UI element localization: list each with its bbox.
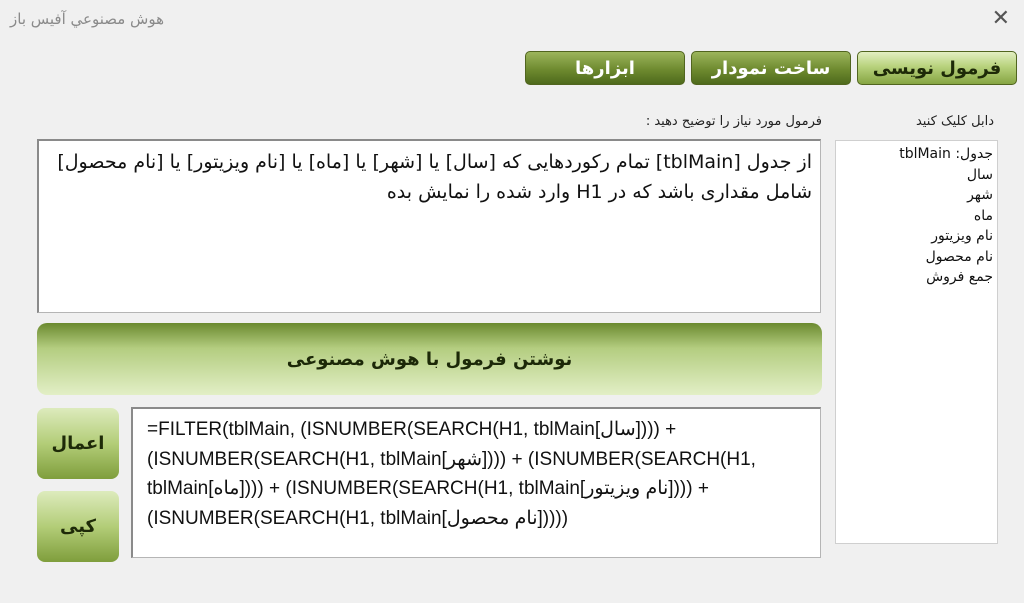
fields-list[interactable]: جدول: tblMain سال شهر ماه نام ویزیتور نا… bbox=[835, 140, 998, 544]
tab-chart[interactable]: ساخت نمودار bbox=[691, 51, 851, 85]
prompt-textarea[interactable]: از جدول [tblMain] تمام رکوردهایی که [سال… bbox=[37, 139, 821, 313]
list-item[interactable]: جدول: tblMain bbox=[840, 144, 993, 165]
tab-formula[interactable]: فرمول نویسی bbox=[857, 51, 1017, 85]
list-item[interactable]: نام محصول bbox=[840, 247, 993, 268]
list-item[interactable]: شهر bbox=[840, 185, 993, 206]
generate-formula-button[interactable]: نوشتن فرمول با هوش مصنوعی bbox=[37, 323, 822, 395]
copy-button[interactable]: کپی bbox=[37, 491, 119, 562]
list-item[interactable]: سال bbox=[840, 165, 993, 186]
list-item[interactable]: نام ویزیتور bbox=[840, 226, 993, 247]
title-bar: هوش مصنوعي آفيس باز ✕ bbox=[0, 0, 1024, 40]
prompt-hint-label: فرمول مورد نیاز را توضیح دهید : bbox=[645, 114, 822, 129]
list-item[interactable]: جمع فروش bbox=[840, 267, 993, 288]
apply-button[interactable]: اعمال bbox=[37, 408, 119, 479]
window-title: هوش مصنوعي آفيس باز bbox=[10, 10, 165, 28]
fields-hint-label: دابل کلیک کنید bbox=[915, 114, 994, 129]
tab-tools[interactable]: ابزارها bbox=[525, 51, 685, 85]
close-icon[interactable]: ✕ bbox=[992, 6, 1010, 31]
list-item[interactable]: ماه bbox=[840, 206, 993, 227]
formula-output[interactable]: =FILTER(tblMain, (ISNUMBER(SEARCH(H1, tb… bbox=[131, 407, 821, 558]
